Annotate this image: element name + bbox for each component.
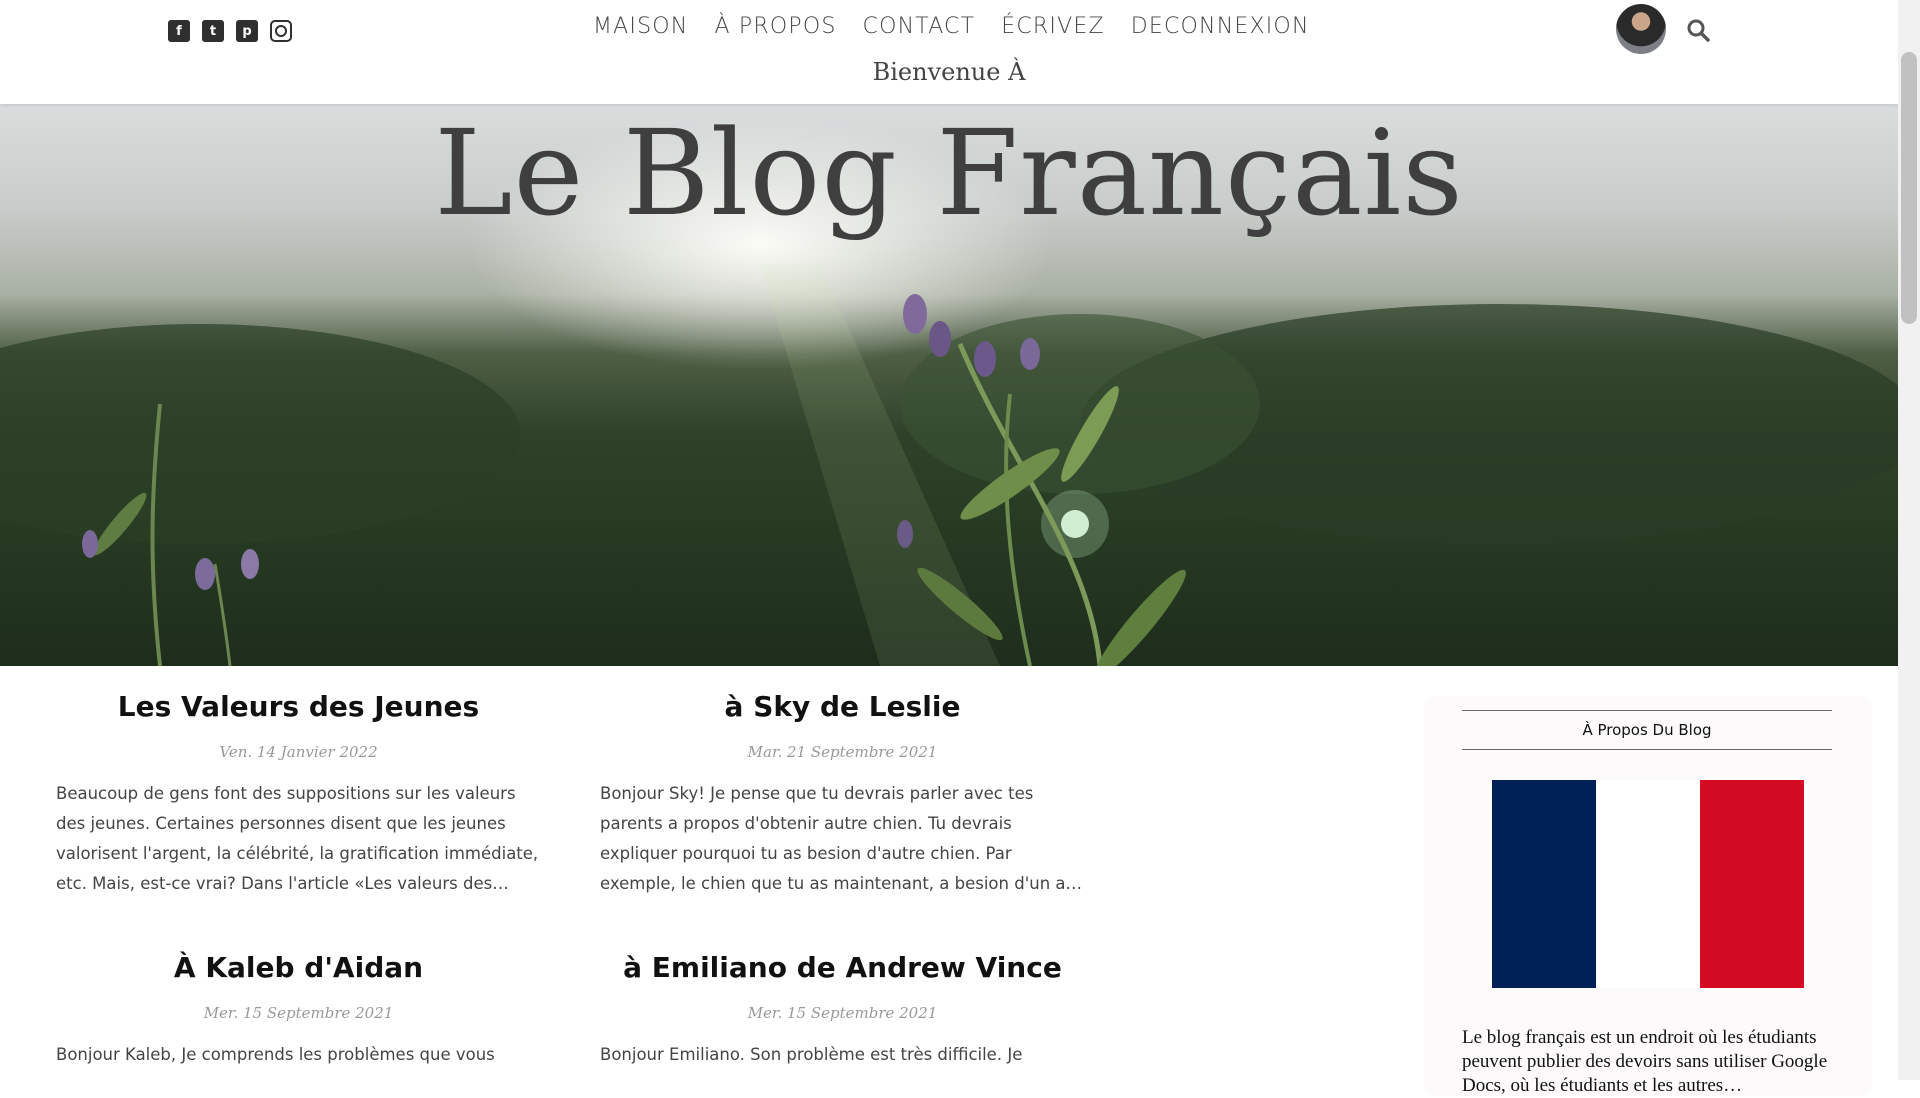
pinterest-icon[interactable]: p [236, 20, 258, 42]
french-flag-image [1492, 780, 1804, 988]
post-date: Ven. 14 Janvier 2022 [219, 743, 378, 761]
site-header: f t p MAISON À PROPOS CONTACT ÉCRIVEZ DE… [0, 0, 1898, 104]
about-text: Le blog français est un endroit où les é… [1462, 1027, 1828, 1096]
post-date: Mar. 21 Septembre 2021 [747, 743, 938, 761]
post-excerpt: Beaucoup de gens font des suppositions s… [56, 784, 539, 893]
instagram-icon[interactable] [270, 20, 292, 42]
hero-banner: Le Blog Français [0, 104, 1898, 666]
search-icon[interactable] [1686, 18, 1710, 42]
nav-item-contact[interactable]: CONTACT [863, 14, 976, 39]
twitter-icon[interactable]: t [202, 20, 224, 42]
post-title[interactable]: à Sky de Leslie [600, 690, 1085, 723]
main-nav: MAISON À PROPOS CONTACT ÉCRIVEZ DECONNEX… [593, 14, 1310, 39]
post-card: Les Valeurs des Jeunes Ven. 14 Janvier 2… [56, 690, 541, 899]
post-title[interactable]: à Emiliano de Andrew Vince [600, 951, 1085, 984]
post-excerpt: Bonjour Sky! Je pense que tu devrais par… [600, 784, 1083, 893]
post-excerpt: Bonjour Kaleb, Je comprends les problème… [56, 1045, 495, 1064]
page-scrollbar[interactable] [1898, 0, 1920, 1080]
sidebar-about-widget: À Propos Du Blog Le blog français est un… [1424, 696, 1872, 1096]
flag-stripe-blue [1492, 780, 1596, 988]
site-title: Le Blog Français [434, 104, 1464, 242]
post-card: à Sky de Leslie Mar. 21 Septembre 2021 B… [600, 690, 1085, 899]
nav-item-deconnexion[interactable]: DECONNEXION [1131, 14, 1310, 39]
post-title[interactable]: À Kaleb d'Aidan [56, 951, 541, 984]
nav-item-a-propos[interactable]: À PROPOS [714, 14, 836, 39]
post-title[interactable]: Les Valeurs des Jeunes [56, 690, 541, 723]
post-list: Les Valeurs des Jeunes Ven. 14 Janvier 2… [0, 666, 1400, 1080]
facebook-icon[interactable]: f [168, 20, 190, 42]
nav-item-maison[interactable]: MAISON [593, 14, 688, 39]
widget-title: À Propos Du Blog [1462, 710, 1832, 750]
post-card: À Kaleb d'Aidan Mer. 15 Septembre 2021 B… [56, 951, 541, 1070]
post-card: à Emiliano de Andrew Vince Mer. 15 Septe… [600, 951, 1085, 1070]
welcome-text: Bienvenue À [872, 58, 1026, 86]
flag-stripe-red [1700, 780, 1804, 988]
post-date: Mer. 15 Septembre 2021 [747, 1004, 938, 1022]
scrollbar-thumb[interactable] [1901, 52, 1917, 324]
nav-item-ecrivez[interactable]: ÉCRIVEZ [1001, 14, 1104, 39]
flag-stripe-white [1596, 780, 1700, 988]
social-links: f t p [168, 20, 292, 42]
post-excerpt: Bonjour Emiliano. Son problème est très … [600, 1045, 1023, 1064]
post-date: Mer. 15 Septembre 2021 [203, 1004, 394, 1022]
user-avatar[interactable] [1616, 4, 1666, 54]
